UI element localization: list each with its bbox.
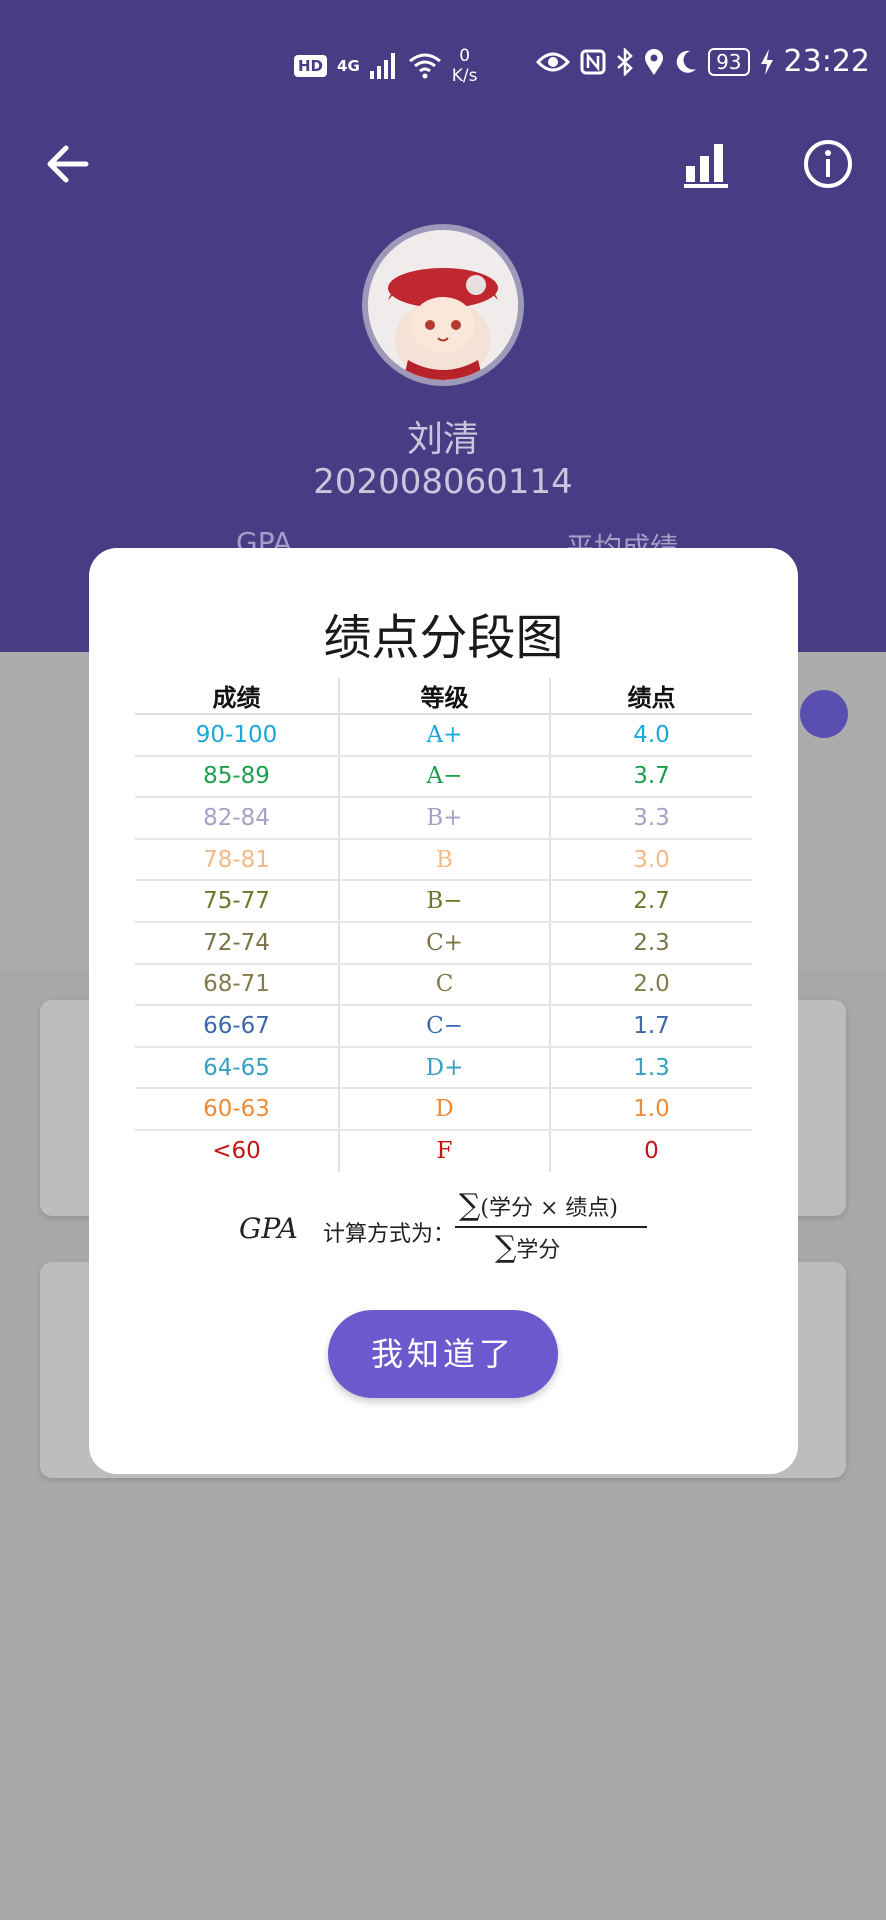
background-toggle xyxy=(800,690,848,738)
level-cell: C xyxy=(339,963,551,1007)
net-speed-unit: K/s xyxy=(451,66,478,86)
level-cell: D xyxy=(339,1088,551,1131)
net-speed: 0 K/s xyxy=(452,46,478,86)
dialog-title: 绩点分段图 xyxy=(323,610,564,666)
eye-icon xyxy=(536,52,571,71)
status-right: 93 23:22 xyxy=(536,44,870,79)
level-cell: A+ xyxy=(339,714,551,757)
back-button[interactable] xyxy=(40,136,96,192)
level-cell: B xyxy=(339,838,551,882)
level-cell: A− xyxy=(339,755,551,799)
header-level: 等级 xyxy=(339,678,551,715)
point-cell: 0 xyxy=(644,1138,659,1165)
avatar[interactable] xyxy=(362,224,524,386)
score-cell: 85-89 xyxy=(135,755,340,799)
score-cell: 75-77 xyxy=(135,880,340,923)
wifi-icon xyxy=(408,53,441,79)
grade-row: 72-74 C+ 2.3 xyxy=(135,921,752,965)
grade-row: 82-84 B+ 3.3 xyxy=(135,797,752,840)
formula-denominator-text: 学分 xyxy=(516,1238,561,1263)
formula-numerator: ∑(学分 × 绩点) xyxy=(459,1188,618,1223)
table-header-row: 成绩 等级 绩点 xyxy=(135,678,752,715)
point-cell: 2.0 xyxy=(550,963,752,1007)
grade-row: 75-77 B− 2.7 xyxy=(135,880,752,923)
grade-row: 64-65 D+ 1.3 xyxy=(135,1046,752,1090)
sum-symbol: ∑ xyxy=(495,1230,517,1265)
header-score: 成绩 xyxy=(135,678,340,715)
level-cell: F xyxy=(339,1129,551,1172)
battery-icon: 93 xyxy=(708,47,750,76)
hd-badge: HD xyxy=(294,55,328,77)
level-cell: C+ xyxy=(339,921,551,965)
level-cell: B+ xyxy=(339,797,551,840)
clock: 23:22 xyxy=(783,44,870,79)
signal-type: 4G xyxy=(337,57,360,75)
status-left: HD 4G 0 K/s xyxy=(294,46,478,86)
formula-denominator: ∑学分 xyxy=(495,1230,560,1265)
signal-icon xyxy=(369,53,395,79)
sum-symbol: ∑ xyxy=(459,1188,481,1223)
level-cell: D+ xyxy=(339,1046,551,1090)
student-id: 202008060114 xyxy=(313,462,573,502)
grade-row: 78-81 B 3.0 xyxy=(135,838,752,882)
score-cell: 72-74 xyxy=(135,921,340,965)
point-cell: 3.0 xyxy=(550,838,752,882)
confirm-button[interactable]: 我知道了 xyxy=(328,1310,558,1398)
info-icon xyxy=(804,140,852,188)
point-cell: 3.3 xyxy=(550,797,752,840)
gpa-formula: GPA 计算方式为： ∑(学分 × 绩点) ∑学分 xyxy=(239,1188,659,1268)
point-cell: 2.7 xyxy=(550,880,752,923)
formula-numerator-text: (学分 × 绩点) xyxy=(480,1196,619,1221)
header-point: 绩点 xyxy=(550,678,752,715)
level-cell: B− xyxy=(339,880,551,923)
bar-chart-icon xyxy=(684,144,728,188)
score-cell: <60 xyxy=(135,1129,340,1172)
grade-row: 60-63 D 1.0 xyxy=(135,1088,752,1131)
point-cell: 1.7 xyxy=(550,1005,752,1048)
net-speed-value: 0 xyxy=(459,46,471,66)
fraction-line xyxy=(455,1226,647,1228)
grade-table: 成绩 等级 绩点 90-100 A+ 4.0 85-89 A− 3.7 82-84 B+ 3.3… xyxy=(135,678,752,1172)
point-cell: 3.7 xyxy=(550,755,752,799)
status-bar: HD 4G 0 K/s 93 23:22 xyxy=(0,40,886,90)
score-cell: 78-81 xyxy=(135,838,340,882)
point-cell: 2.3 xyxy=(550,921,752,965)
user-name: 刘清 xyxy=(406,419,479,460)
avatar-illustration xyxy=(368,230,518,380)
level-cell: C− xyxy=(339,1005,551,1048)
formula-label: 计算方式为： xyxy=(323,1222,456,1247)
nfc-icon xyxy=(580,49,606,74)
score-cell: 82-84 xyxy=(135,797,340,840)
bluetooth-icon xyxy=(617,47,633,76)
grade-row: 66-67 C− 1.7 xyxy=(135,1005,752,1048)
moon-icon xyxy=(676,50,697,73)
point-cell: 1.3 xyxy=(550,1046,752,1090)
score-cell: 64-65 xyxy=(135,1046,340,1090)
grade-row: 85-89 A− 3.7 xyxy=(135,755,752,799)
charging-icon xyxy=(760,48,773,75)
score-cell: 90-100 xyxy=(135,714,340,757)
score-cell: 66-67 xyxy=(135,1005,340,1048)
location-icon xyxy=(645,48,664,75)
statistics-button[interactable] xyxy=(680,136,736,192)
formula-gpa: GPA xyxy=(239,1212,298,1245)
back-arrow-icon xyxy=(47,145,89,183)
info-button[interactable] xyxy=(800,136,856,192)
gpa-info-dialog: 绩点分段图 成绩 等级 绩点 90-100 A+ 4.0 85-89 A− 3.7 82-8… xyxy=(89,548,798,1474)
score-cell: 68-71 xyxy=(135,963,340,1007)
point-cell: 1.0 xyxy=(550,1088,752,1131)
score-cell: 60-63 xyxy=(135,1088,340,1131)
grade-row: 90-100 A+ 4.0 xyxy=(135,714,752,757)
grade-row: <60 F 0 xyxy=(135,1129,752,1172)
point-cell: 4.0 xyxy=(550,714,752,757)
grade-row: 68-71 C 2.0 xyxy=(135,963,752,1007)
